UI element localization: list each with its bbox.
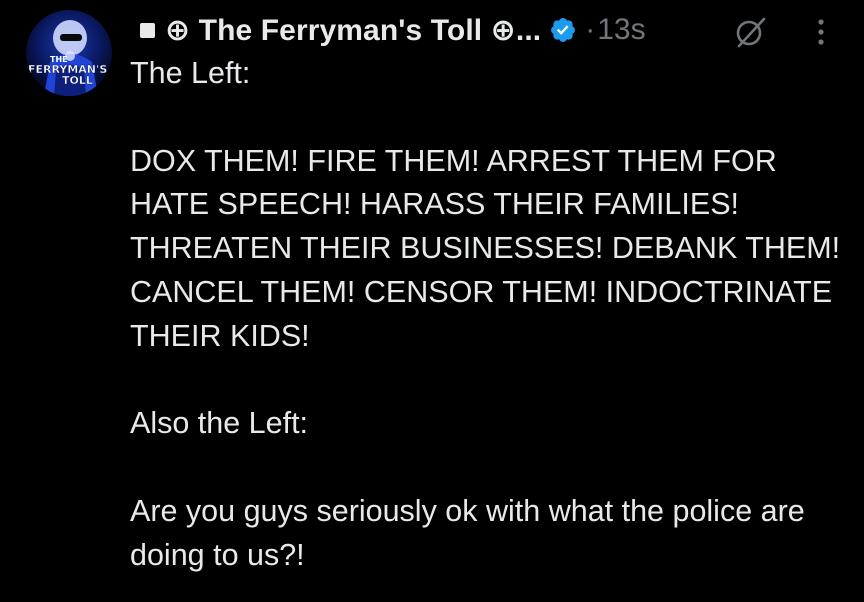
author-avatar[interactable]: THE FERRYMAN'S TOLL [26, 10, 112, 96]
post-header: ⊕ The Ferryman's Toll ⊕... · 13s [140, 8, 646, 52]
verified-badge-icon[interactable] [549, 16, 577, 44]
post-text-line: The Left: [130, 56, 251, 90]
square-badge-icon [140, 22, 155, 38]
grok-icon[interactable] [733, 14, 769, 50]
separator-dot: · [585, 13, 596, 46]
post-text-line: Also the Left: [130, 406, 309, 441]
more-options-icon[interactable] [808, 16, 834, 48]
post-text-line: Are you guys seriously ok with what the … [130, 493, 805, 572]
avatar-image: THE FERRYMAN'S TOLL [28, 20, 108, 96]
post: THE FERRYMAN'S TOLL ⊕ The Ferryman's Tol… [0, 0, 864, 602]
post-timestamp[interactable]: 13s [597, 13, 645, 47]
post-text-line: DOX THEM! FIRE THEM! ARREST THEM FOR HAT… [130, 143, 841, 353]
avatar-text-bottom: TOLL [62, 74, 93, 87]
author-display-name[interactable]: ⊕ The Ferryman's Toll ⊕... [165, 13, 541, 48]
post-body: The Left: DOX THEM! FIRE THEM! ARREST TH… [130, 52, 850, 578]
